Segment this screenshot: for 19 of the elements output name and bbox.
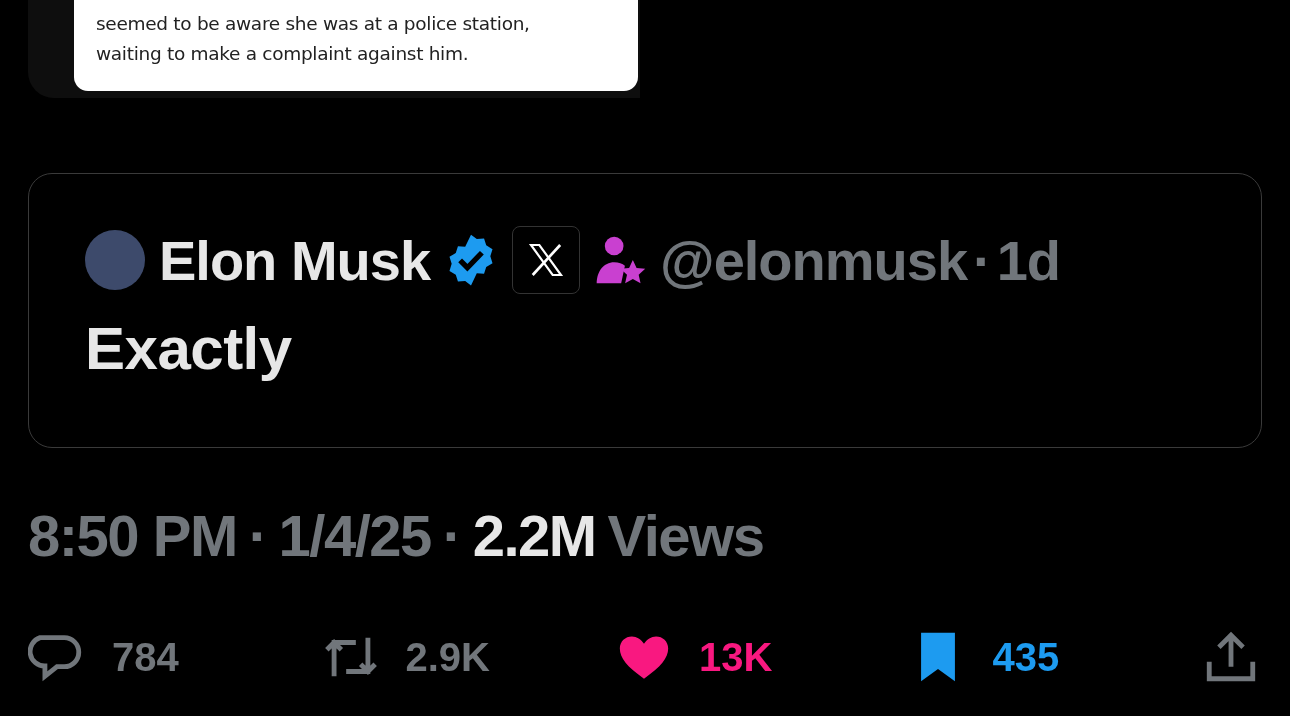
separator: · — [973, 227, 991, 293]
article-text: waiting to make a complaint against him. — [96, 42, 470, 66]
repost-button[interactable]: 2.9K — [321, 628, 552, 686]
post-date: 1/4/25 — [278, 502, 431, 569]
quoted-post-card[interactable]: Elon Musk @elonmusk·1d Exactly — [28, 173, 1262, 448]
post-time: 8:50 PM — [28, 502, 237, 569]
reply-button[interactable]: 784 — [28, 628, 258, 686]
separator: · — [442, 502, 461, 569]
post-text: Exactly — [85, 314, 292, 383]
separator: · — [248, 502, 267, 569]
bookmark-button[interactable]: 435 — [908, 628, 1139, 686]
view-count: 2.2M — [472, 502, 596, 569]
author-handle[interactable]: @elonmusk — [660, 227, 968, 293]
views-label: Views — [607, 502, 764, 569]
author-name[interactable]: Elon Musk — [159, 227, 431, 293]
article-text: seemed to be aware she was at a police station, — [96, 12, 531, 36]
like-button[interactable]: 13K — [615, 628, 845, 686]
post-age: 1d — [996, 227, 1061, 293]
avatar[interactable] — [85, 230, 145, 290]
